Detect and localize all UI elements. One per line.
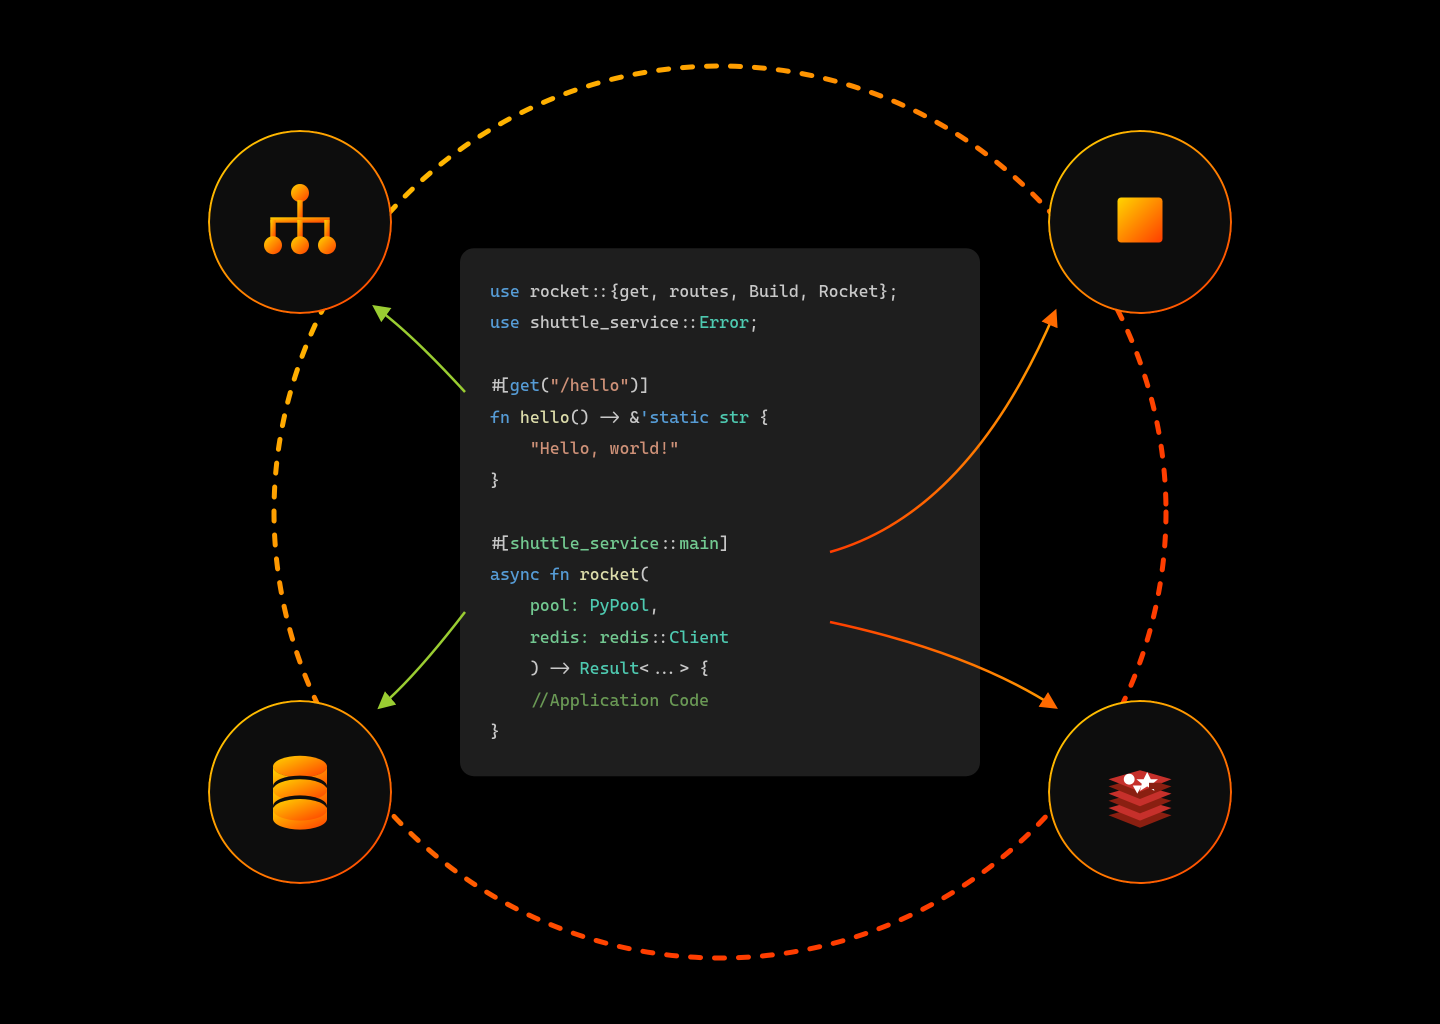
database-icon bbox=[255, 745, 345, 839]
code-card: use rocket::{get, routes, Build, Rocket}… bbox=[460, 248, 980, 776]
node-compute bbox=[1050, 132, 1230, 312]
code-block: use rocket::{get, routes, Build, Rocket}… bbox=[490, 276, 950, 748]
node-load-balancer bbox=[210, 132, 390, 312]
hierarchy-icon bbox=[255, 175, 345, 269]
redis-icon bbox=[1095, 745, 1185, 839]
diagram-stage: use rocket::{get, routes, Build, Rocket}… bbox=[70, 52, 1370, 972]
node-database bbox=[210, 702, 390, 882]
node-redis bbox=[1050, 702, 1230, 882]
chip-icon bbox=[1095, 175, 1185, 269]
